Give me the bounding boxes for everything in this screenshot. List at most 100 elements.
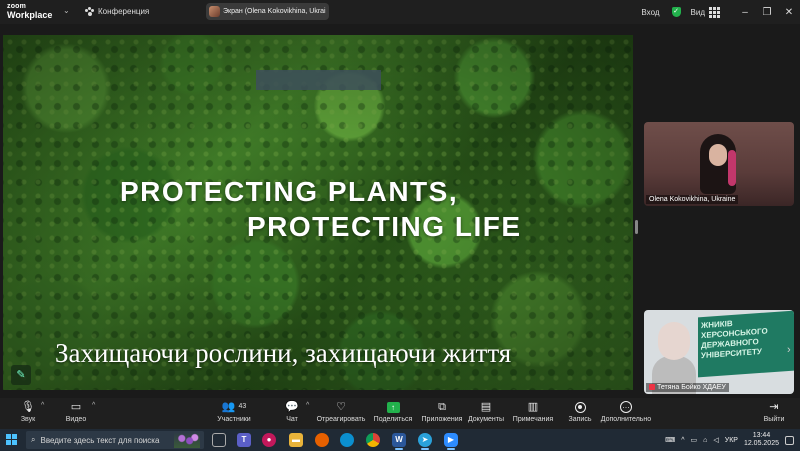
chevron-right-icon[interactable]: › <box>787 344 791 356</box>
view-label: Вид <box>690 7 705 17</box>
apps-label: Приложения <box>421 416 463 423</box>
minimize-icon[interactable]: – <box>734 7 756 18</box>
record-icon <box>574 401 586 413</box>
participant-tile[interactable]: ЖНИКІВ ХЕРСОНСЬКОГО ДЕРЖАВНОГО УНІВЕРСИТ… <box>644 310 794 394</box>
chevron-up-icon[interactable]: ^ <box>306 402 309 409</box>
taskbar-search-input[interactable]: ⌕ Введите здесь текст для поиска <box>26 431 204 449</box>
restore-icon[interactable]: ❐ <box>756 7 778 18</box>
search-icon: ⌕ <box>31 435 36 444</box>
shared-screen: PROTECTING PLANTS, PROTECTING LIFE Захищ… <box>3 35 633 390</box>
more-icon: … <box>620 401 632 413</box>
meeting-toolbar: 🎙 Звук ^ ▭ Видео ^ 👥 43 Участники 💬 Чат ^… <box>0 398 800 429</box>
volume-icon[interactable]: ◁ <box>713 436 718 444</box>
mic-muted-icon <box>649 384 655 390</box>
meeting-stage: PROTECTING PLANTS, PROTECTING LIFE Захищ… <box>0 24 800 398</box>
audio-label: Звук <box>20 416 36 423</box>
teams-icon[interactable]: T <box>237 433 251 447</box>
firefox-icon[interactable] <box>315 433 329 447</box>
apps-icon: ⧉ <box>438 401 446 413</box>
pencil-icon[interactable]: ✎ <box>11 365 31 385</box>
clock-time: 13:44 <box>752 432 771 439</box>
meeting-info-button[interactable]: Конференция <box>85 7 149 16</box>
presenter-avatar <box>209 6 220 17</box>
chevron-up-icon[interactable]: ^ <box>92 402 95 409</box>
chevron-up-icon[interactable]: ^ <box>41 402 44 409</box>
language-indicator[interactable]: УКР <box>725 437 738 444</box>
participant-name: Тетяна Бойко ХДАЕУ <box>657 384 726 391</box>
screen-share-indicator[interactable]: Экран (Olena Kokovikhina, Ukrai ⌄ <box>206 3 329 20</box>
system-tray: ⌨ ^ ▭ ⌂ ◁ УКР 13:44 12.05.2025 <box>665 429 800 451</box>
keyboard-icon[interactable]: ⌨ <box>665 436 675 444</box>
video-label: Видео <box>65 416 87 423</box>
background-banner: ЖНИКІВ ХЕРСОНСЬКОГО ДЕРЖАВНОГО УНІВЕРСИТ… <box>698 310 794 378</box>
chat-icon: 💬 <box>285 401 299 413</box>
slide-headline-line1: PROTECTING PLANTS, <box>120 176 459 207</box>
more-button[interactable]: … Дополнительно <box>600 401 652 423</box>
participants-count: 43 <box>238 403 247 410</box>
search-highlight-image <box>174 432 200 448</box>
windows-taskbar: ⌕ Введите здесь текст для поиска T ● ▬ W… <box>0 429 800 451</box>
clock-date: 12.05.2025 <box>743 440 779 447</box>
file-explorer-icon[interactable]: ▬ <box>289 433 303 447</box>
zoom-icon[interactable]: ▶ <box>444 433 458 450</box>
title-bar-right: Вход ✓ Вид – ❐ ✕ <box>641 0 800 24</box>
search-placeholder: Введите здесь текст для поиска <box>40 435 160 445</box>
notifications-icon[interactable] <box>785 435 794 445</box>
zoom-app-window: zoom Workplace ⌄ Конференция Экран (Olen… <box>0 0 800 451</box>
grid-icon <box>709 6 720 18</box>
security-button[interactable]: ✓ <box>671 7 681 17</box>
leave-label: Выйти <box>763 416 785 423</box>
participant-video <box>700 134 736 194</box>
app-icon[interactable]: ● <box>262 433 276 447</box>
participant-name-label: Тетяна Бойко ХДАЕУ <box>646 383 729 392</box>
record-button[interactable]: Запись <box>554 401 606 423</box>
view-button[interactable]: Вид <box>690 6 720 18</box>
heart-icon: ♡ <box>336 401 346 413</box>
chat-label: Чат <box>286 416 298 423</box>
title-bar: zoom Workplace ⌄ Конференция Экран (Olen… <box>0 0 800 24</box>
task-view-icon[interactable] <box>212 433 226 447</box>
windows-start-icon[interactable] <box>6 434 17 445</box>
slide-subtitle: Захищаючи рослини, захищаючи життя <box>55 338 512 368</box>
redacted-region <box>256 70 381 90</box>
chrome-icon[interactable] <box>366 433 380 447</box>
paw-icon <box>85 7 94 16</box>
docs-label: Документы <box>467 416 505 423</box>
more-label: Дополнительно <box>600 416 652 423</box>
participant-tile[interactable]: Olena Kokovikhina, Ukraine <box>644 122 794 206</box>
camera-icon: ▭ <box>70 401 82 413</box>
signin-label: Вход <box>641 7 660 17</box>
edge-icon[interactable] <box>340 433 354 447</box>
participants-label: Участники <box>217 416 251 423</box>
docs-button[interactable]: ▤ Документы <box>460 401 512 423</box>
participant-name: Olena Kokovikhina, Ukraine <box>646 195 739 204</box>
brand-line2: Workplace <box>7 10 53 20</box>
share-screen-icon: ↑ <box>386 401 400 413</box>
close-icon[interactable]: ✕ <box>778 7 800 18</box>
slide-headline-line2: PROTECTING LIFE <box>247 211 522 242</box>
word-icon[interactable]: W <box>392 433 406 450</box>
share-button[interactable]: ↑ Поделиться <box>367 401 419 423</box>
audio-button[interactable]: 🎙 Звук <box>2 401 54 423</box>
notes-button[interactable]: ▥ Примечания <box>507 401 559 423</box>
telegram-icon[interactable]: ➤ <box>418 433 432 450</box>
notes-icon: ▥ <box>527 401 539 413</box>
participants-button[interactable]: 👥 43 Участники <box>208 401 260 423</box>
clock[interactable]: 13:44 12.05.2025 <box>744 432 779 448</box>
panel-resize-handle[interactable] <box>635 220 638 234</box>
chat-button[interactable]: 💬 Чат <box>266 401 318 423</box>
share-indicator-label: Экран (Olena Kokovikhina, Ukrai <box>223 8 326 15</box>
record-label: Запись <box>568 416 592 423</box>
network-icon[interactable]: ⌂ <box>703 437 707 444</box>
shield-icon: ✓ <box>671 7 681 17</box>
leave-button[interactable]: ⇥ Выйти <box>748 401 800 423</box>
share-label: Поделиться <box>373 416 413 423</box>
participants-icon: 👥 43 <box>221 401 247 413</box>
chevron-up-icon[interactable]: ^ <box>681 437 684 444</box>
notes-label: Примечания <box>512 416 554 423</box>
leave-icon: ⇥ <box>769 401 779 413</box>
signin-button[interactable]: Вход <box>641 8 659 17</box>
battery-icon[interactable]: ▭ <box>691 436 698 444</box>
chevron-down-icon[interactable]: ⌄ <box>63 6 70 15</box>
react-button[interactable]: ♡ Отреагировать <box>315 401 367 423</box>
